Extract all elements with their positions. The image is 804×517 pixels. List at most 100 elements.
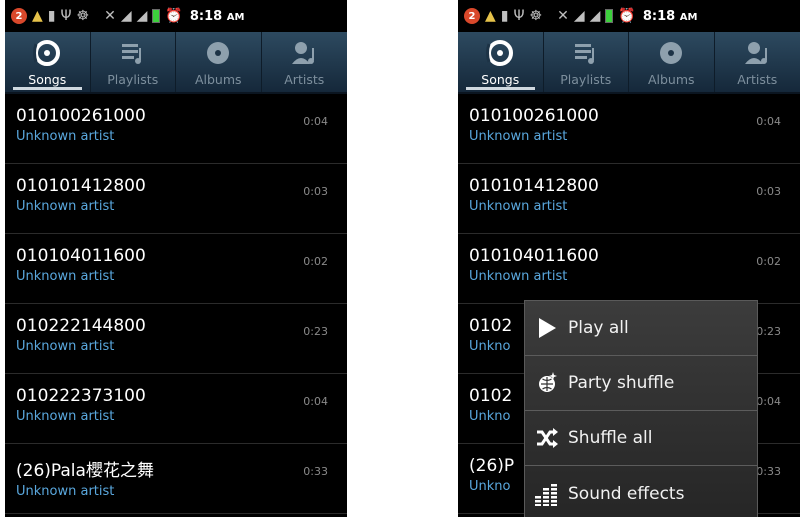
tab-label: Playlists <box>107 72 159 87</box>
music-app-screen-right: 2 ▲ ▮ Ψ ☸ ✕ ◢ ◢ ⏰ 8:18 AM Songs Playlist… <box>458 0 800 517</box>
song-duration: 0:04 <box>303 395 328 408</box>
song-list: 010100261000 Unknown artist 0:04 0101014… <box>5 94 347 514</box>
song-title: (26)Pala櫻花之舞 <box>16 461 154 481</box>
menu-item-label: Sound effects <box>568 483 685 504</box>
battery-icon <box>605 9 614 23</box>
tab-albums[interactable]: Albums <box>629 32 715 92</box>
debug-icon: ☸ <box>529 8 543 24</box>
muted-icon: ✕ <box>104 8 116 24</box>
song-artist: Unknown artist <box>469 129 568 144</box>
song-row[interactable]: 010100261000 Unknown artist 0:04 <box>458 94 800 164</box>
menu-item-play-all[interactable]: Play all <box>525 301 757 356</box>
tab-label: Songs <box>481 72 520 87</box>
shuffle-icon <box>534 425 560 451</box>
song-artist: Unknown artist <box>16 409 115 424</box>
song-title: 010101412800 <box>16 176 146 196</box>
warning-icon: ▲ <box>485 8 496 24</box>
tab-artists[interactable]: Artists <box>262 32 348 92</box>
song-duration: 0:03 <box>303 185 328 198</box>
signal-2-icon: ◢ <box>589 8 601 24</box>
signal-1-icon: ◢ <box>120 8 132 24</box>
song-duration: 0:23 <box>756 325 781 338</box>
playlists-icon <box>118 40 148 66</box>
song-duration: 0:23 <box>303 325 328 338</box>
tab-label: Playlists <box>560 72 612 87</box>
song-row[interactable]: 010100261000 Unknown artist 0:04 <box>5 94 347 164</box>
song-row[interactable]: (26)Pala櫻花之舞 Unknown artist 0:33 <box>5 444 347 514</box>
song-row[interactable]: 010222373100 Unknown artist 0:04 <box>5 374 347 444</box>
tab-label: Artists <box>737 72 778 87</box>
warning-icon: ▲ <box>32 8 43 24</box>
menu-item-sound-effects[interactable]: Sound effects <box>525 466 757 517</box>
song-artist: Unknown artist <box>16 129 115 144</box>
battery-icon <box>152 9 161 23</box>
sim-icon: ▮ <box>47 8 56 24</box>
alarm-icon: ⏰ <box>618 8 636 24</box>
status-bar: 2 ▲ ▮ Ψ ☸ ✕ ◢ ◢ ⏰ 8:18 AM <box>458 0 800 32</box>
song-artist: Unknown artist <box>469 199 568 214</box>
menu-item-label: Party shuffle <box>568 373 675 393</box>
song-artist: Unknown artist <box>16 269 115 284</box>
signal-2-icon: ◢ <box>136 8 148 24</box>
status-bar: 2 ▲ ▮ Ψ ☸ ✕ ◢ ◢ ⏰ 8:18 AM <box>5 0 347 32</box>
song-row[interactable]: 010104011600 Unknown artist 0:02 <box>458 234 800 304</box>
song-row[interactable]: 010101412800 Unknown artist 0:03 <box>5 164 347 234</box>
song-artist: Unknown artist <box>469 269 568 284</box>
tab-playlists[interactable]: Playlists <box>544 32 629 92</box>
tab-label: Songs <box>28 72 67 87</box>
song-artist: Unknown artist <box>16 484 115 499</box>
song-duration: 0:33 <box>756 465 781 478</box>
tab-bar: Songs Playlists Albums Artists <box>458 32 800 94</box>
context-menu: Play all Party shuffle Shuffle all Sound… <box>524 300 758 517</box>
tab-albums[interactable]: Albums <box>176 32 262 92</box>
tab-songs[interactable]: Songs <box>5 32 91 92</box>
tab-playlists[interactable]: Playlists <box>91 32 176 92</box>
songs-icon <box>32 40 62 66</box>
status-time: 8:18 AM <box>642 8 698 24</box>
albums-icon <box>203 40 233 66</box>
song-duration: 0:02 <box>756 255 781 268</box>
song-title: 010222144800 <box>16 316 146 336</box>
alarm-icon: ⏰ <box>165 8 183 24</box>
tab-songs[interactable]: Songs <box>458 32 544 92</box>
playlists-icon <box>571 40 601 66</box>
song-row[interactable]: 010222144800 Unknown artist 0:23 <box>5 304 347 374</box>
song-title: 010101412800 <box>469 176 599 196</box>
song-title: 010222373100 <box>16 386 146 406</box>
song-title: 010100261000 <box>16 106 146 126</box>
song-duration: 0:04 <box>756 395 781 408</box>
menu-item-shuffle-all[interactable]: Shuffle all <box>525 411 757 466</box>
tab-artists[interactable]: Artists <box>715 32 801 92</box>
menu-item-party-shuffle[interactable]: Party shuffle <box>525 356 757 411</box>
sim-icon: ▮ <box>500 8 509 24</box>
debug-icon: ☸ <box>76 8 90 24</box>
artists-icon <box>742 40 772 66</box>
menu-item-label: Play all <box>568 318 629 338</box>
signal-1-icon: ◢ <box>573 8 585 24</box>
song-title: 010104011600 <box>16 246 146 266</box>
tab-label: Artists <box>284 72 325 87</box>
song-row[interactable]: 010104011600 Unknown artist 0:02 <box>5 234 347 304</box>
notification-badge-icon: 2 <box>464 8 480 24</box>
songs-icon <box>485 40 515 66</box>
status-time: 8:18 AM <box>189 8 245 24</box>
tab-label: Albums <box>194 72 242 87</box>
menu-item-label: Shuffle all <box>568 428 653 448</box>
tab-bar: Songs Playlists Albums Artists <box>5 32 347 94</box>
music-app-screen-left: 2 ▲ ▮ Ψ ☸ ✕ ◢ ◢ ⏰ 8:18 AM Songs Playlist… <box>5 0 347 517</box>
usb-icon: Ψ <box>60 8 72 24</box>
song-artist: Unknown artist <box>16 199 115 214</box>
tab-label: Albums <box>647 72 695 87</box>
party-shuffle-icon <box>534 370 560 396</box>
song-duration: 0:04 <box>756 115 781 128</box>
song-duration: 0:03 <box>756 185 781 198</box>
albums-icon <box>656 40 686 66</box>
song-title: 010100261000 <box>469 106 599 126</box>
equalizer-icon <box>534 481 560 507</box>
notification-badge-icon: 2 <box>11 8 27 24</box>
play-icon <box>534 315 560 341</box>
muted-icon: ✕ <box>557 8 569 24</box>
song-row[interactable]: 010101412800 Unknown artist 0:03 <box>458 164 800 234</box>
song-duration: 0:33 <box>303 465 328 478</box>
song-duration: 0:02 <box>303 255 328 268</box>
